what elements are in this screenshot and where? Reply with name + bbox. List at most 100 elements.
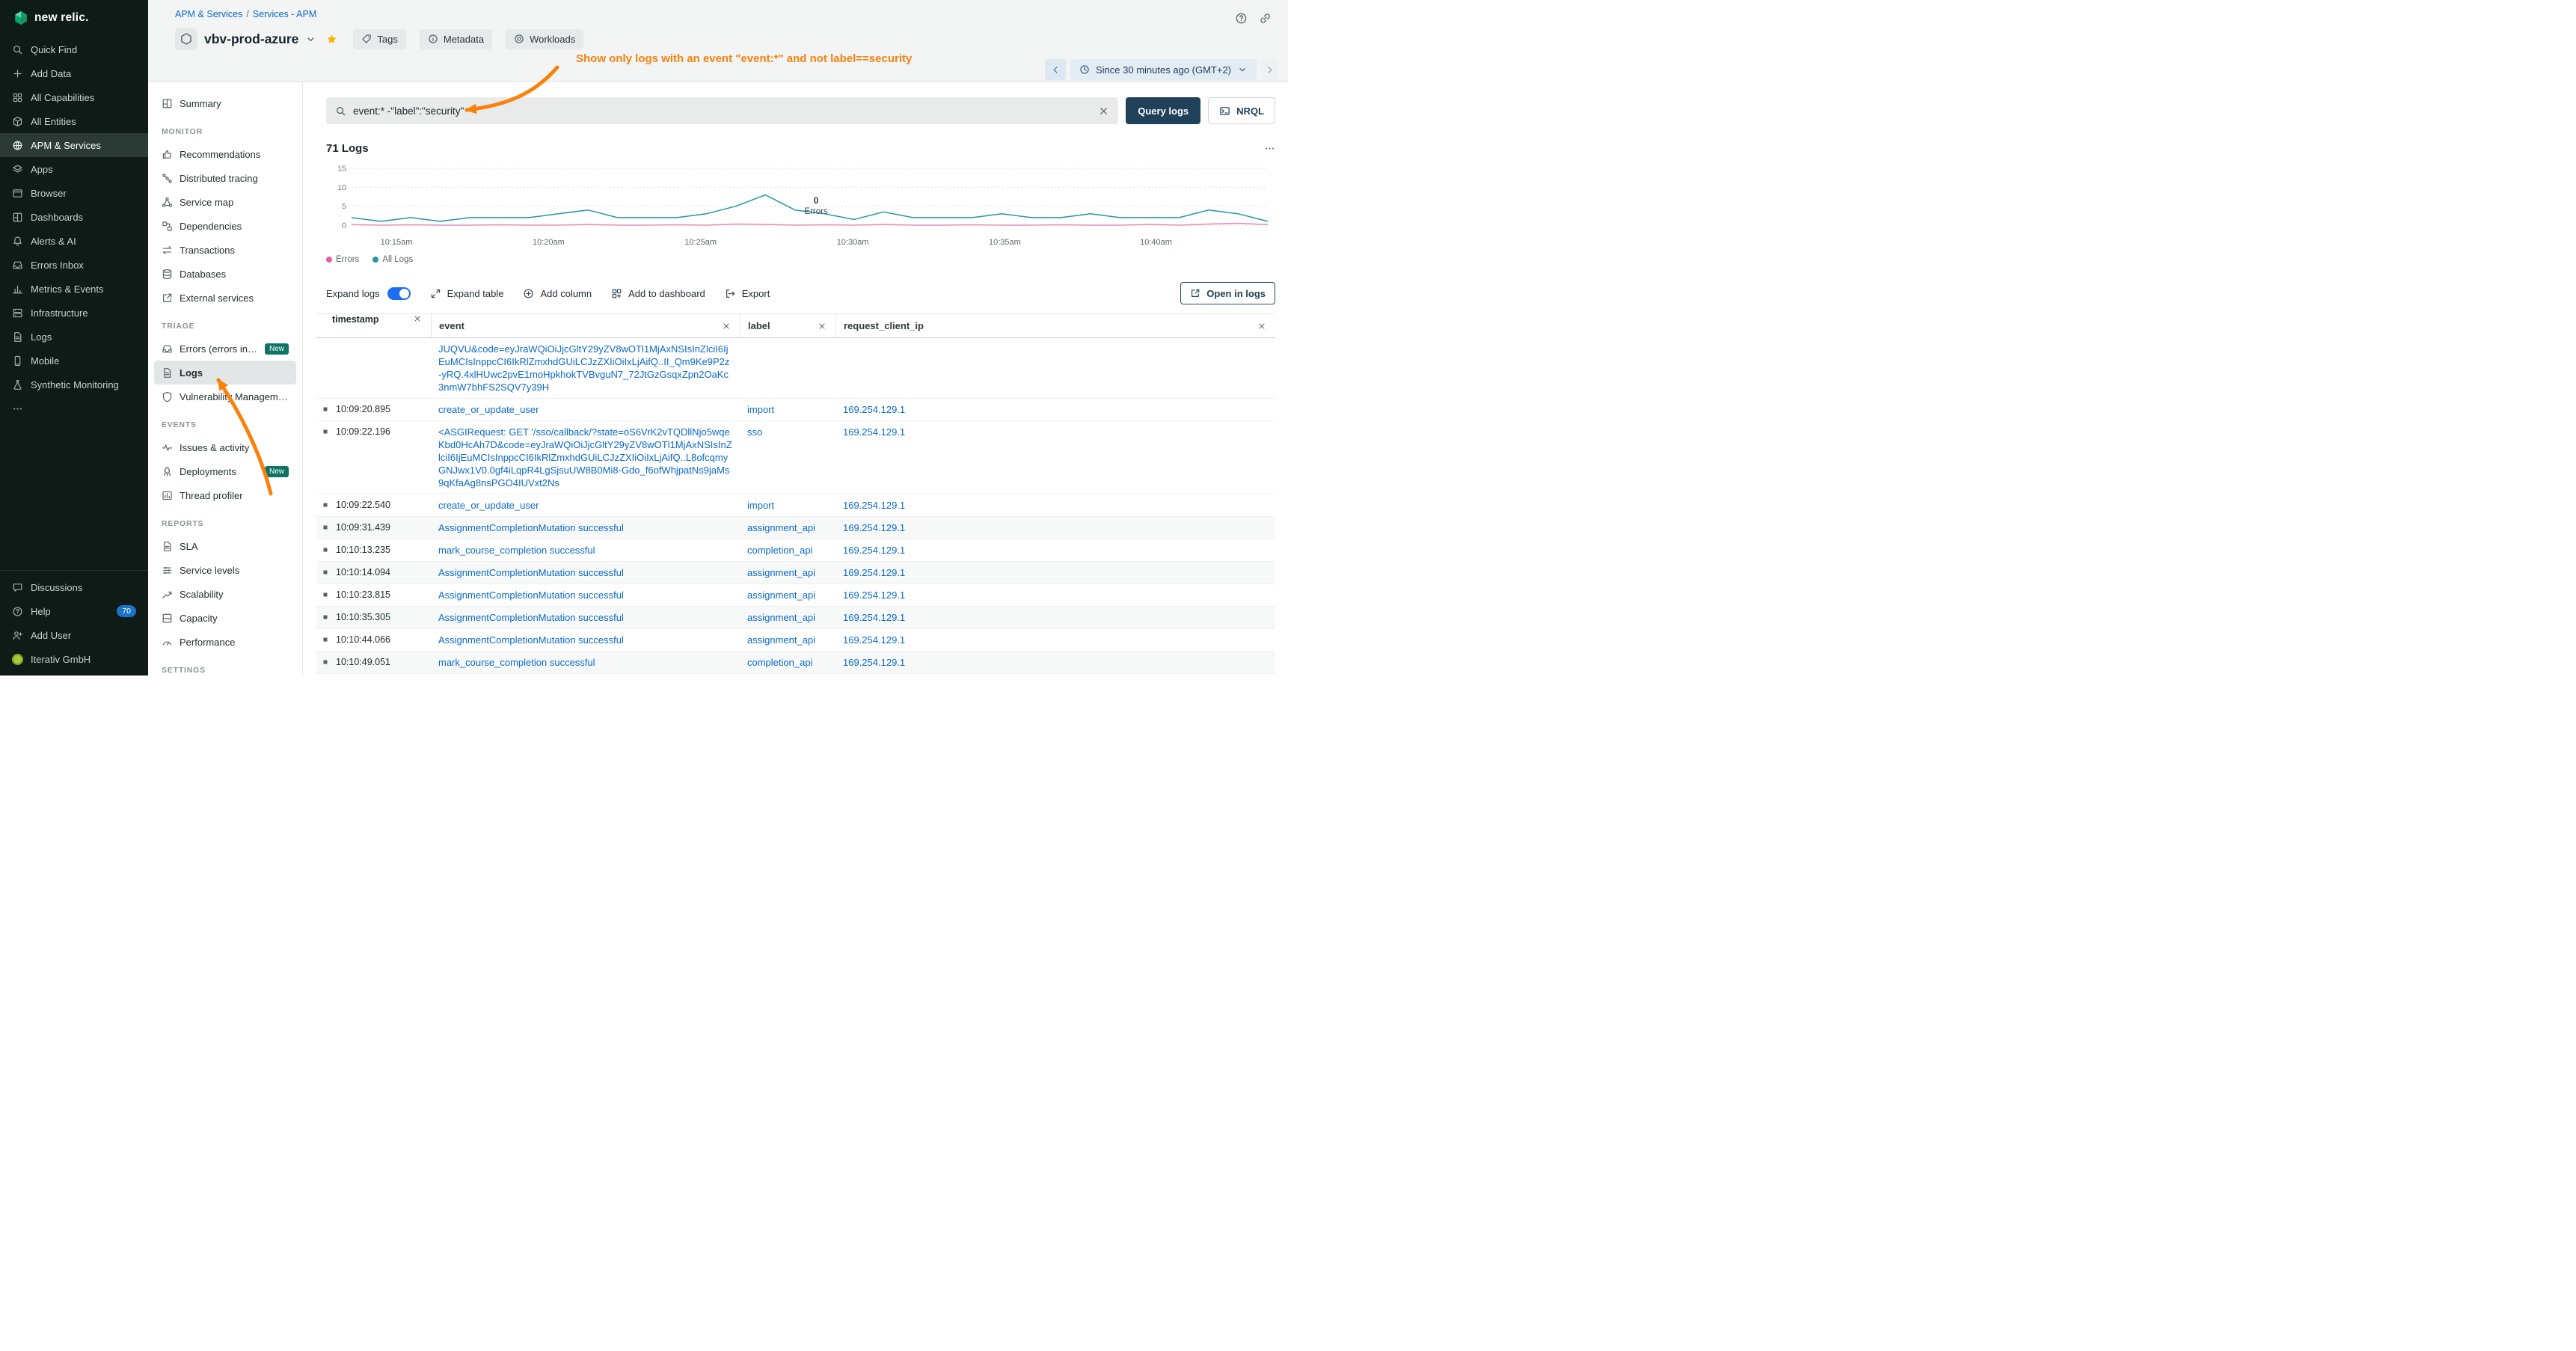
subnav-item-summary[interactable]: Summary <box>154 91 296 115</box>
sidebar-item-metrics-events[interactable]: Metrics & Events <box>0 277 148 301</box>
column-header-event[interactable]: event <box>431 314 740 337</box>
time-forward-button[interactable] <box>1261 59 1278 80</box>
log-row[interactable]: 10:10:23.815 AssignmentCompletionMutatio… <box>316 584 1275 607</box>
log-row[interactable]: 10:10:44.066 AssignmentCompletionMutatio… <box>316 629 1275 652</box>
log-event-link[interactable]: create_or_update_user <box>438 500 539 511</box>
sidebar-item-all-capabilities[interactable]: All Capabilities <box>0 85 148 109</box>
log-event-link[interactable]: AssignmentCompletionMutation successful <box>438 612 624 623</box>
copy-link-icon[interactable] <box>1259 12 1272 25</box>
log-label-link[interactable]: completion_api <box>747 657 812 668</box>
sidebar-item-logs[interactable]: Logs <box>0 325 148 349</box>
add-to-dashboard-button[interactable]: Add to dashboard <box>611 288 705 299</box>
sidebar-item-synthetic-monitoring[interactable]: Synthetic Monitoring <box>0 373 148 396</box>
row-marker-icon[interactable] <box>322 636 329 643</box>
sidebar-item-apm-services[interactable]: APM & Services <box>0 133 148 157</box>
row-marker-icon[interactable] <box>322 546 329 554</box>
log-event-link[interactable]: AssignmentCompletionMutation successful <box>438 589 624 601</box>
log-row[interactable]: 10:09:22.196 <ASGIRequest: GET '/sso/cal… <box>316 421 1275 494</box>
log-event-link[interactable]: AssignmentCompletionMutation successful <box>438 567 624 578</box>
log-label-link[interactable]: assignment_api <box>747 612 815 623</box>
tags-button[interactable]: Tags <box>353 29 405 49</box>
entity-dropdown-icon[interactable] <box>305 34 316 45</box>
sidebar-item-apps[interactable]: Apps <box>0 157 148 181</box>
log-ip-link[interactable]: 169.254.129.1 <box>843 589 905 601</box>
log-event-link[interactable]: mark_course_completion successful <box>438 657 595 668</box>
log-row[interactable]: 10:09:31.439 AssignmentCompletionMutatio… <box>316 517 1275 539</box>
new-relic-logo[interactable]: new relic. <box>0 0 148 37</box>
subnav-item-databases[interactable]: Databases <box>154 262 296 286</box>
subnav-item-sla[interactable]: SLA <box>154 534 296 558</box>
log-event-link[interactable]: JUQVU&code=eyJraWQiOiJjcGltY29yZV8wOTl1M… <box>438 343 729 393</box>
sidebar-item-item[interactable] <box>0 396 148 420</box>
remove-column-icon[interactable] <box>722 322 731 331</box>
log-row[interactable]: 10:11:00.311 AssignmentCompletionMutatio… <box>316 674 1275 676</box>
breadcrumb-link-apm-services[interactable]: APM & Services <box>175 9 242 19</box>
log-event-link[interactable]: <ASGIRequest: GET '/sso/callback/?state=… <box>438 426 732 488</box>
subnav-item-thread-profiler[interactable]: Thread profiler <box>154 483 296 507</box>
sidebar-item-discussions[interactable]: Discussions <box>0 575 148 599</box>
row-marker-icon[interactable] <box>322 405 329 413</box>
chart-options-icon[interactable] <box>1264 143 1275 154</box>
row-marker-icon[interactable] <box>322 613 329 621</box>
sidebar-item-browser[interactable]: Browser <box>0 181 148 205</box>
subnav-item-service-levels[interactable]: Service levels <box>154 558 296 582</box>
log-ip-link[interactable]: 169.254.129.1 <box>843 634 905 646</box>
log-row[interactable]: 10:10:14.094 AssignmentCompletionMutatio… <box>316 562 1275 584</box>
log-ip-link[interactable]: 169.254.129.1 <box>843 426 905 438</box>
subnav-item-recommendations[interactable]: Recommendations <box>154 142 296 166</box>
expand-logs-toggle[interactable] <box>387 287 411 300</box>
log-row[interactable]: 10:10:35.305 AssignmentCompletionMutatio… <box>316 607 1275 629</box>
column-header-timestamp[interactable]: timestamp <box>316 314 431 337</box>
log-label-link[interactable]: assignment_api <box>747 634 815 646</box>
subnav-item-dependencies[interactable]: Dependencies <box>154 214 296 238</box>
subnav-item-service-map[interactable]: Service map <box>154 190 296 214</box>
sidebar-item-quick-find[interactable]: Quick Find <box>0 37 148 61</box>
log-row[interactable]: 10:10:49.051 mark_course_completion succ… <box>316 652 1275 674</box>
log-ip-link[interactable]: 169.254.129.1 <box>843 545 905 556</box>
subnav-item-errors-errors-inb[interactable]: Errors (errors inb...New <box>154 337 296 361</box>
expand-table-button[interactable]: Expand table <box>430 288 504 299</box>
row-marker-icon[interactable] <box>322 591 329 598</box>
row-marker-icon[interactable] <box>322 428 329 435</box>
subnav-item-issues-activity[interactable]: Issues & activity <box>154 435 296 459</box>
log-ip-link[interactable]: 169.254.129.1 <box>843 522 905 533</box>
subnav-item-logs[interactable]: Logs <box>154 361 296 385</box>
workloads-button[interactable]: Workloads <box>506 29 583 49</box>
open-in-logs-button[interactable]: Open in logs <box>1180 282 1275 304</box>
subnav-item-capacity[interactable]: Capacity <box>154 606 296 630</box>
sidebar-item-add-user[interactable]: Add User <box>0 623 148 647</box>
log-label-link[interactable]: assignment_api <box>747 567 815 578</box>
subnav-item-distributed-tracing[interactable]: Distributed tracing <box>154 166 296 190</box>
log-row[interactable]: JUQVU&code=eyJraWQiOiJjcGltY29yZV8wOTl1M… <box>316 338 1275 399</box>
log-event-link[interactable]: create_or_update_user <box>438 404 539 415</box>
nrql-button[interactable]: NRQL <box>1208 97 1275 124</box>
sidebar-item-alerts-ai[interactable]: Alerts & AI <box>0 229 148 253</box>
log-ip-link[interactable]: 169.254.129.1 <box>843 612 905 623</box>
row-marker-icon[interactable] <box>322 524 329 531</box>
favorite-star-icon[interactable] <box>326 34 337 45</box>
logs-timeseries-chart[interactable]: 05101510:15am10:20am10:25am10:30am10:35a… <box>326 161 1275 249</box>
clear-query-icon[interactable] <box>1098 105 1109 117</box>
log-ip-link[interactable]: 169.254.129.1 <box>843 567 905 578</box>
sidebar-item-all-entities[interactable]: All Entities <box>0 109 148 133</box>
help-icon[interactable] <box>1235 12 1248 25</box>
row-marker-icon[interactable] <box>322 501 329 509</box>
remove-column-icon[interactable] <box>413 314 422 323</box>
log-event-link[interactable]: mark_course_completion successful <box>438 545 595 556</box>
export-button[interactable]: Export <box>725 288 770 299</box>
remove-column-icon[interactable] <box>818 322 827 331</box>
sidebar-item-mobile[interactable]: Mobile <box>0 349 148 373</box>
time-back-button[interactable] <box>1045 59 1066 80</box>
log-event-link[interactable]: AssignmentCompletionMutation successful <box>438 634 624 646</box>
breadcrumb-link-services-apm[interactable]: Services - APM <box>253 9 316 19</box>
log-ip-link[interactable]: 169.254.129.1 <box>843 500 905 511</box>
subnav-item-deployments[interactable]: DeploymentsNew <box>154 459 296 483</box>
log-label-link[interactable]: import <box>747 500 774 511</box>
log-row[interactable]: 10:09:20.895 create_or_update_user impor… <box>316 399 1275 421</box>
metadata-button[interactable]: Metadata <box>420 29 492 49</box>
legend-errors[interactable]: Errors <box>326 255 359 264</box>
query-logs-button[interactable]: Query logs <box>1126 97 1200 124</box>
sidebar-item-errors-inbox[interactable]: Errors Inbox <box>0 253 148 277</box>
subnav-item-performance[interactable]: Performance <box>154 630 296 654</box>
log-row[interactable]: 10:10:13.235 mark_course_completion succ… <box>316 539 1275 562</box>
